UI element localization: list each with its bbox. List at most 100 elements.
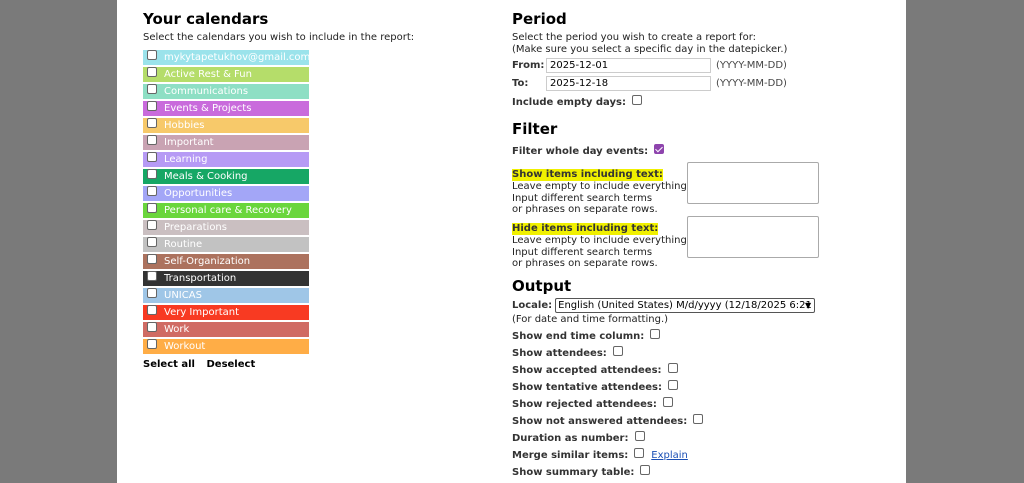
output-option-label: Show end time column:: [512, 331, 645, 342]
hide-items-textarea[interactable]: [687, 216, 819, 258]
report-page: Your calendars Select the calendars you …: [117, 0, 906, 483]
locale-select[interactable]: English (United States) M/d/yyyy (12/18/…: [555, 298, 816, 313]
calendar-label: Important: [164, 137, 214, 148]
calendar-label: Personal care & Recovery: [164, 205, 292, 216]
calendar-item[interactable]: Communications: [143, 83, 309, 99]
output-option-checkbox[interactable]: [693, 414, 704, 424]
calendar-checkbox[interactable]: [147, 202, 157, 213]
calendar-item[interactable]: Personal care & Recovery: [143, 202, 309, 218]
calendar-checkbox[interactable]: [147, 304, 157, 315]
calendar-checkbox[interactable]: [147, 117, 157, 128]
calendar-checkbox[interactable]: [147, 219, 157, 230]
to-row: To: 2025-12-18 (YYYY-MM-DD): [512, 75, 892, 92]
output-option-row: Merge similar items: Explain: [512, 447, 892, 464]
calendar-item[interactable]: Meals & Cooking: [143, 168, 309, 184]
output-options: Show end time column: Show attendees: Show…: [512, 328, 892, 481]
output-option-label: Show attendees:: [512, 348, 607, 359]
calendar-checkbox[interactable]: [147, 236, 157, 247]
hide-filter-block: Hide items including text: Leave empty t…: [512, 216, 892, 269]
select-all-link[interactable]: Select all: [143, 359, 195, 370]
from-row: From: 2025-12-01 (YYYY-MM-DD): [512, 57, 892, 74]
deselect-link[interactable]: Deselect: [206, 359, 255, 370]
calendar-checkbox[interactable]: [147, 270, 157, 281]
selection-links: Select all Deselect: [143, 359, 423, 370]
output-option-checkbox[interactable]: [640, 465, 651, 475]
calendars-description: Select the calendars you wish to include…: [143, 32, 415, 43]
calendar-item[interactable]: Events & Projects: [143, 100, 309, 116]
calendar-item[interactable]: Transportation: [143, 270, 309, 286]
output-option-checkbox[interactable]: [662, 397, 673, 407]
calendar-checkbox[interactable]: [147, 338, 157, 349]
hide-items-label: Hide items including text:: [512, 223, 659, 235]
whole-day-row: Filter whole day events:: [512, 143, 892, 160]
calendar-item[interactable]: Learning: [143, 151, 309, 167]
to-format-hint: (YYYY-MM-DD): [716, 78, 787, 89]
calendar-item[interactable]: Preparations: [143, 219, 309, 235]
calendar-checkbox[interactable]: [147, 151, 157, 162]
show-help-3: or phrases on separate rows.: [512, 204, 658, 215]
output-option-checkbox[interactable]: [634, 448, 645, 458]
output-option-row: Show end time column:: [512, 328, 892, 345]
include-empty-label: Include empty days:: [512, 97, 626, 108]
explain-link[interactable]: Explain: [651, 450, 688, 461]
calendar-checkbox[interactable]: [147, 49, 157, 60]
chevron-down-icon: ▼: [804, 301, 812, 310]
hide-help-3: or phrases on separate rows.: [512, 258, 658, 269]
output-option-checkbox[interactable]: [650, 329, 661, 339]
output-option-label: Show tentative attendees:: [512, 382, 662, 393]
locale-value: English (United States) M/d/yyyy (12/18/…: [558, 300, 812, 311]
output-option-row: Show not answered attendees:: [512, 413, 892, 430]
from-format-hint: (YYYY-MM-DD): [716, 60, 787, 71]
calendar-item[interactable]: Active Rest & Fun: [143, 66, 309, 82]
from-label: From:: [512, 60, 545, 71]
calendar-item[interactable]: Work: [143, 321, 309, 337]
output-option-label: Merge similar items:: [512, 450, 629, 461]
calendar-checkbox[interactable]: [147, 100, 157, 111]
output-option-row: Show summary table:: [512, 464, 892, 481]
output-option-row: Duration as number:: [512, 430, 892, 447]
calendar-item[interactable]: Important: [143, 134, 309, 150]
calendar-checkbox[interactable]: [147, 287, 157, 298]
include-empty-checkbox[interactable]: [631, 95, 642, 105]
whole-day-checkbox[interactable]: [654, 144, 665, 154]
calendar-checkbox[interactable]: [147, 168, 157, 179]
output-option-checkbox[interactable]: [668, 380, 678, 390]
calendar-label: Workout: [164, 341, 206, 352]
calendar-item[interactable]: Very Important: [143, 304, 309, 320]
calendars-title: Your calendars: [143, 10, 269, 28]
calendars-section: Your calendars Select the calendars you …: [143, 0, 423, 370]
include-empty-row: Include empty days:: [512, 94, 892, 111]
calendar-item[interactable]: UNICAS: [143, 287, 309, 303]
show-filter-block: Show items including text: Leave empty t…: [512, 162, 892, 215]
calendar-item[interactable]: Workout: [143, 338, 309, 354]
from-date-input[interactable]: 2025-12-01: [546, 58, 711, 73]
calendar-item[interactable]: Routine: [143, 236, 309, 252]
locale-row: Locale: English (United States) M/d/yyyy…: [512, 297, 892, 314]
calendar-label: Learning: [164, 154, 208, 165]
output-option-row: Show rejected attendees:: [512, 396, 892, 413]
output-option-label: Show rejected attendees:: [512, 399, 657, 410]
calendar-checkbox[interactable]: [147, 321, 157, 332]
output-option-checkbox[interactable]: [667, 363, 678, 373]
output-option-row: Show tentative attendees:: [512, 379, 892, 396]
calendar-list: mykytapetukhov@gmail.com Active Rest & Fu…: [143, 49, 423, 354]
output-title: Output: [512, 277, 572, 295]
calendar-checkbox[interactable]: [147, 66, 157, 77]
calendar-item[interactable]: Hobbies: [143, 117, 309, 133]
calendar-checkbox[interactable]: [147, 253, 157, 264]
output-option-checkbox[interactable]: [634, 431, 645, 441]
show-items-textarea[interactable]: [687, 162, 819, 204]
calendar-checkbox[interactable]: [147, 134, 157, 145]
to-date-input[interactable]: 2025-12-18: [546, 76, 711, 91]
output-option-checkbox[interactable]: [612, 346, 623, 356]
calendar-checkbox[interactable]: [147, 185, 157, 196]
whole-day-label: Filter whole day events:: [512, 146, 649, 157]
locale-hint: (For date and time formatting.): [512, 314, 669, 325]
calendar-label: Very Important: [164, 307, 239, 318]
calendar-item[interactable]: mykytapetukhov@gmail.com: [143, 49, 310, 65]
output-option-label: Show accepted attendees:: [512, 365, 662, 376]
calendar-checkbox[interactable]: [147, 83, 157, 94]
calendar-item[interactable]: Self-Organization: [143, 253, 309, 269]
calendar-item[interactable]: Opportunities: [143, 185, 309, 201]
calendar-label: Communications: [164, 86, 249, 97]
